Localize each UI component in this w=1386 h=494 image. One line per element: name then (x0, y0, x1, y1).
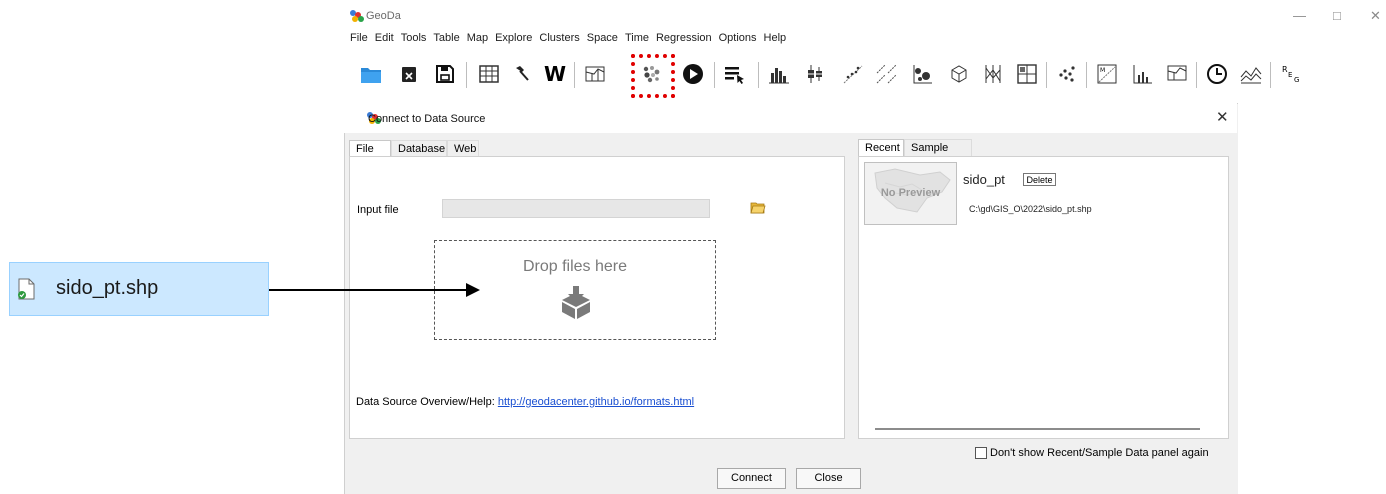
menu-space[interactable]: Space (587, 32, 618, 48)
play-icon[interactable] (680, 61, 706, 87)
open-project-icon[interactable] (358, 61, 384, 87)
tab-database[interactable]: Database (391, 140, 447, 157)
formats-help-link[interactable]: http://geodacenter.github.io/formats.htm… (498, 396, 694, 408)
menu-options[interactable]: Options (719, 32, 757, 48)
lisa-icon[interactable] (1130, 61, 1156, 87)
svg-text:E: E (1288, 71, 1292, 79)
drag-arrow-head (466, 283, 480, 297)
menu-edit[interactable]: Edit (375, 32, 394, 48)
spatial-correlogram-icon[interactable] (1164, 61, 1190, 87)
parallel-coordinate-icon[interactable] (980, 61, 1006, 87)
regression-icon[interactable]: REG (1278, 61, 1304, 87)
close-button[interactable]: Close (796, 468, 861, 489)
3d-plot-icon[interactable] (946, 61, 972, 87)
cluster-map-highlight (631, 54, 675, 98)
boxplot-icon[interactable] (802, 61, 828, 87)
close-project-icon[interactable] (396, 61, 422, 87)
overview-text: Data Source Overview/Help: http://geodac… (356, 396, 694, 408)
dialog-close-button[interactable]: ✕ (1216, 108, 1229, 126)
tab-sample-data[interactable]: Sample Data (904, 139, 972, 170)
menu-help[interactable]: Help (764, 32, 787, 48)
tab-recent[interactable]: Recent (858, 139, 904, 156)
recent-file-path: C:\gd\GIS_O\2022\sido_pt.shp (969, 204, 1092, 214)
dialog-title: Connect to Data Source (368, 113, 486, 125)
no-preview-text: No Preview (880, 187, 941, 199)
menu-regression[interactable]: Regression (656, 32, 712, 48)
app-title: GeoDa (366, 10, 401, 22)
moran-icon[interactable]: M (1094, 61, 1120, 87)
tools-hammer-icon[interactable] (508, 61, 534, 87)
tab-file[interactable]: File (349, 140, 391, 157)
toolbar: W M R E G (356, 58, 1366, 92)
dont-show-label: Don't show Recent/Sample Data panel agai… (990, 447, 1209, 459)
tab-web[interactable]: Web (447, 140, 479, 157)
geoda-logo-icon (350, 10, 364, 22)
minimize-button[interactable]: — (1293, 8, 1306, 23)
horizontal-scrollbar[interactable] (875, 428, 1200, 430)
shapefile-icon (17, 278, 35, 300)
dont-show-checkbox[interactable] (975, 447, 987, 459)
menu-map[interactable]: Map (467, 32, 488, 48)
menu-explore[interactable]: Explore (495, 32, 532, 48)
drop-zone-text: Drop files here (522, 258, 628, 275)
connect-button[interactable]: Connect (717, 468, 786, 489)
drag-arrow-line (269, 289, 469, 291)
delete-recent-button[interactable]: Delete (1023, 173, 1056, 186)
histogram-icon[interactable] (766, 61, 792, 87)
input-file-label: Input file (357, 204, 399, 216)
dont-show-option[interactable]: Don't show Recent/Sample Data panel agai… (975, 447, 1209, 459)
recent-file-name[interactable]: sido_pt (963, 172, 1005, 187)
time-icon[interactable] (1204, 61, 1230, 87)
select-icon[interactable] (722, 61, 748, 87)
svg-text:G: G (1294, 76, 1299, 84)
menu-file[interactable]: File (350, 32, 368, 48)
drop-box-icon (558, 284, 594, 320)
overview-label: Data Source Overview/Help: (356, 396, 495, 408)
conditional-plot-icon[interactable] (1014, 61, 1040, 87)
menu-table[interactable]: Table (433, 32, 459, 48)
save-icon[interactable] (432, 61, 458, 87)
scatterplot-icon[interactable] (840, 61, 866, 87)
svg-text:M: M (1100, 67, 1105, 74)
scatterplot-matrix-icon[interactable] (874, 61, 900, 87)
menu-time[interactable]: Time (625, 32, 649, 48)
cluster-icon[interactable] (1054, 61, 1080, 87)
open-folder-icon[interactable] (750, 200, 766, 214)
table-icon[interactable] (476, 61, 502, 87)
close-window-button[interactable]: ✕ (1370, 8, 1381, 24)
map-icon[interactable] (582, 61, 608, 87)
menu-clusters[interactable]: Clusters (539, 32, 579, 48)
averages-chart-icon[interactable] (1238, 61, 1264, 87)
menu-bar: File Edit Tools Table Map Explore Cluste… (350, 32, 793, 48)
dragged-file-name: sido_pt.shp (56, 277, 159, 299)
menu-tools[interactable]: Tools (401, 32, 427, 48)
input-file-field[interactable] (442, 199, 710, 218)
weights-manager-icon[interactable]: W (542, 61, 568, 87)
bubble-chart-icon[interactable] (910, 61, 936, 87)
maximize-button[interactable]: □ (1333, 8, 1341, 23)
